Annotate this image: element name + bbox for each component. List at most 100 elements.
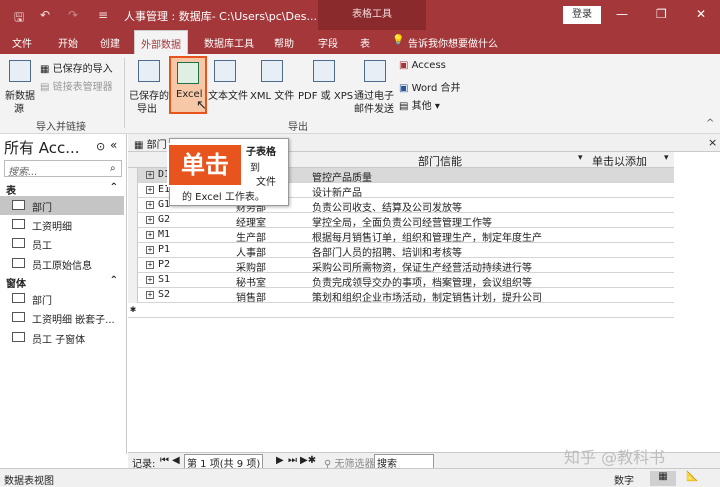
tab-help[interactable]: 帮助 xyxy=(274,35,294,50)
tab-external-data[interactable]: 外部数据 xyxy=(134,30,188,54)
cell-id[interactable]: S1 xyxy=(158,274,170,285)
row-selector[interactable] xyxy=(128,213,138,228)
nav-pane-collapse-icon[interactable]: « xyxy=(110,138,117,152)
cell-desc[interactable]: 管控产品质量 xyxy=(312,169,588,184)
prev-record-icon[interactable]: ◀ xyxy=(172,455,180,466)
expand-icon[interactable]: + xyxy=(146,171,154,179)
nav-pane-title[interactable]: 所有 Acc... xyxy=(4,137,80,158)
cell-desc[interactable]: 设计新产品 xyxy=(312,184,588,199)
table-row[interactable]: + M1 生产部 根据每月销售订单，组织和管理生产，制定年度生产 xyxy=(128,228,674,244)
expand-icon[interactable]: + xyxy=(146,186,154,194)
nav-item-form-yuangong[interactable]: 员工 子窗体 xyxy=(0,328,124,347)
table-row[interactable]: + G2 经理室 掌控全局，全面负责公司经营管理工作等 xyxy=(128,213,674,229)
design-view-icon[interactable]: 📐 xyxy=(686,471,698,482)
cell-id[interactable]: G2 xyxy=(158,214,170,225)
cell-desc[interactable]: 根据每月销售订单，组织和管理生产，制定年度生产 xyxy=(312,229,588,244)
nav-search-input[interactable]: 搜索... xyxy=(4,160,122,178)
row-selector[interactable] xyxy=(128,243,138,258)
cell-id[interactable]: M1 xyxy=(158,229,170,240)
undo-icon[interactable]: ↶ xyxy=(40,8,50,22)
cell-name[interactable]: 秘书室 xyxy=(236,274,266,289)
nav-section-tables[interactable]: 表 ⌃ xyxy=(0,180,126,197)
save-icon[interactable]: 🖫 xyxy=(14,8,24,29)
column-header-add[interactable]: 单击以添加 xyxy=(592,153,647,169)
login-button[interactable]: 登录 xyxy=(563,6,601,24)
row-selector[interactable] xyxy=(128,198,138,213)
expand-icon[interactable]: + xyxy=(146,291,154,299)
row-selector[interactable] xyxy=(128,258,138,273)
expand-icon[interactable]: + xyxy=(146,216,154,224)
cell-name[interactable]: 采购部 xyxy=(236,259,266,274)
cell-name[interactable]: 人事部 xyxy=(236,244,266,259)
nav-item-table-bumen[interactable]: 部门 xyxy=(0,196,124,215)
expand-icon[interactable]: + xyxy=(146,246,154,254)
search-icon[interactable]: ⌕ xyxy=(110,163,116,174)
nav-item-table-yuangong[interactable]: 员工 xyxy=(0,234,124,253)
cell-desc[interactable]: 掌控全局，全面负责公司经营管理工作等 xyxy=(312,214,588,229)
text-file-export-button[interactable]: 文本文件 xyxy=(208,87,248,102)
cell-name[interactable]: 销售部 xyxy=(236,289,266,304)
first-record-icon[interactable]: ⏮ xyxy=(160,455,169,466)
nav-item-form-gongzi[interactable]: 工资明细 嵌套子... xyxy=(0,308,124,327)
tab-create[interactable]: 创建 xyxy=(100,35,120,50)
cell-desc[interactable]: 负责完成领导交办的事项，档案管理，会议组织等 xyxy=(312,274,588,289)
nav-item-table-gongzi[interactable]: 工资明细 xyxy=(0,215,124,234)
next-record-icon[interactable]: ▶ xyxy=(276,455,284,466)
cell-id[interactable]: S2 xyxy=(158,289,170,300)
cell-desc[interactable]: 策划和组织企业市场活动，制定销售计划，提升公司 xyxy=(312,289,588,304)
datasheet-view-icon[interactable]: ▦ xyxy=(650,471,676,486)
word-merge-button[interactable]: ▣ Word 合并 xyxy=(399,79,461,94)
restore-icon[interactable]: ❐ xyxy=(656,7,667,21)
saved-imports-button[interactable]: ▦ 已保存的导入 xyxy=(40,60,113,75)
tab-fields[interactable]: 字段 xyxy=(318,35,338,50)
row-selector[interactable] xyxy=(128,273,138,288)
cell-id[interactable]: P1 xyxy=(158,244,170,255)
table-row[interactable]: + P1 人事部 各部门人员的招聘、培训和考核等 xyxy=(128,243,674,259)
access-export-button[interactable]: ▣ Access xyxy=(399,60,446,71)
nav-section-forms[interactable]: 窗体 ⌃ xyxy=(0,273,126,290)
redo-icon[interactable]: ↷ xyxy=(68,8,78,22)
more-export-button[interactable]: ▤ 其他 ▾ xyxy=(399,97,440,112)
document-tab-bumen[interactable]: ▦ 部门 xyxy=(134,136,167,151)
collapse-ribbon-icon[interactable]: ^ xyxy=(706,118,714,129)
nav-pane-menu-icon[interactable]: ⊙ xyxy=(96,140,105,153)
pdf-xps-export-button[interactable]: PDF 或 XPS xyxy=(298,87,353,102)
tab-database-tools[interactable]: 数据库工具 xyxy=(204,35,254,50)
column-dropdown-icon[interactable]: ▾ xyxy=(578,153,583,163)
column-header-desc[interactable]: 部门信能 xyxy=(418,153,462,169)
quick-access-more-icon[interactable]: ≡ xyxy=(98,8,108,22)
cell-desc[interactable]: 采购公司所需物资，保证生产经营活动持续进行等 xyxy=(312,259,588,274)
expand-icon[interactable]: + xyxy=(146,261,154,269)
new-record-icon[interactable]: ▶✱ xyxy=(300,455,316,466)
tab-table[interactable]: 表 xyxy=(360,35,370,50)
cell-name[interactable]: 经理室 xyxy=(236,214,266,229)
row-selector[interactable] xyxy=(128,288,138,303)
close-icon[interactable]: ✕ xyxy=(696,7,706,21)
linked-table-manager-button[interactable]: ▤ 链接表管理器 xyxy=(40,78,113,93)
nav-item-form-bumen[interactable]: 部门 xyxy=(0,289,124,308)
table-row[interactable]: + S2 销售部 策划和组织企业市场活动，制定销售计划，提升公司 xyxy=(128,288,674,304)
tell-me-search[interactable]: 告诉我你想要做什么 xyxy=(408,35,498,50)
last-record-icon[interactable]: ⏭ xyxy=(288,455,297,466)
nav-item-table-yuanshi[interactable]: 员工原始信息 xyxy=(0,254,124,273)
row-selector[interactable] xyxy=(128,183,138,198)
click-annotation: 单击 xyxy=(167,143,243,187)
column-dropdown-icon[interactable]: ▾ xyxy=(664,153,669,163)
new-record-row[interactable]: ✱ xyxy=(128,303,674,318)
table-row[interactable]: + P2 采购部 采购公司所需物资，保证生产经营活动持续进行等 xyxy=(128,258,674,274)
xml-file-export-button[interactable]: XML 文件 xyxy=(250,87,294,102)
tab-file[interactable]: 文件 xyxy=(12,35,32,50)
close-document-icon[interactable]: × xyxy=(708,136,717,149)
expand-icon[interactable]: + xyxy=(146,276,154,284)
expand-icon[interactable]: + xyxy=(146,201,154,209)
cell-desc[interactable]: 各部门人员的招聘、培训和考核等 xyxy=(312,244,588,259)
cell-desc[interactable]: 负责公司收支、结算及公司发放等 xyxy=(312,199,588,214)
tab-home[interactable]: 开始 xyxy=(58,35,78,50)
expand-icon[interactable]: + xyxy=(146,231,154,239)
cell-id[interactable]: P2 xyxy=(158,259,170,270)
minimize-icon[interactable]: — xyxy=(616,7,628,21)
row-selector[interactable] xyxy=(128,228,138,243)
table-row[interactable]: + S1 秘书室 负责完成领导交办的事项，档案管理，会议组织等 xyxy=(128,273,674,289)
row-selector[interactable] xyxy=(128,168,138,183)
cell-name[interactable]: 生产部 xyxy=(236,229,266,244)
